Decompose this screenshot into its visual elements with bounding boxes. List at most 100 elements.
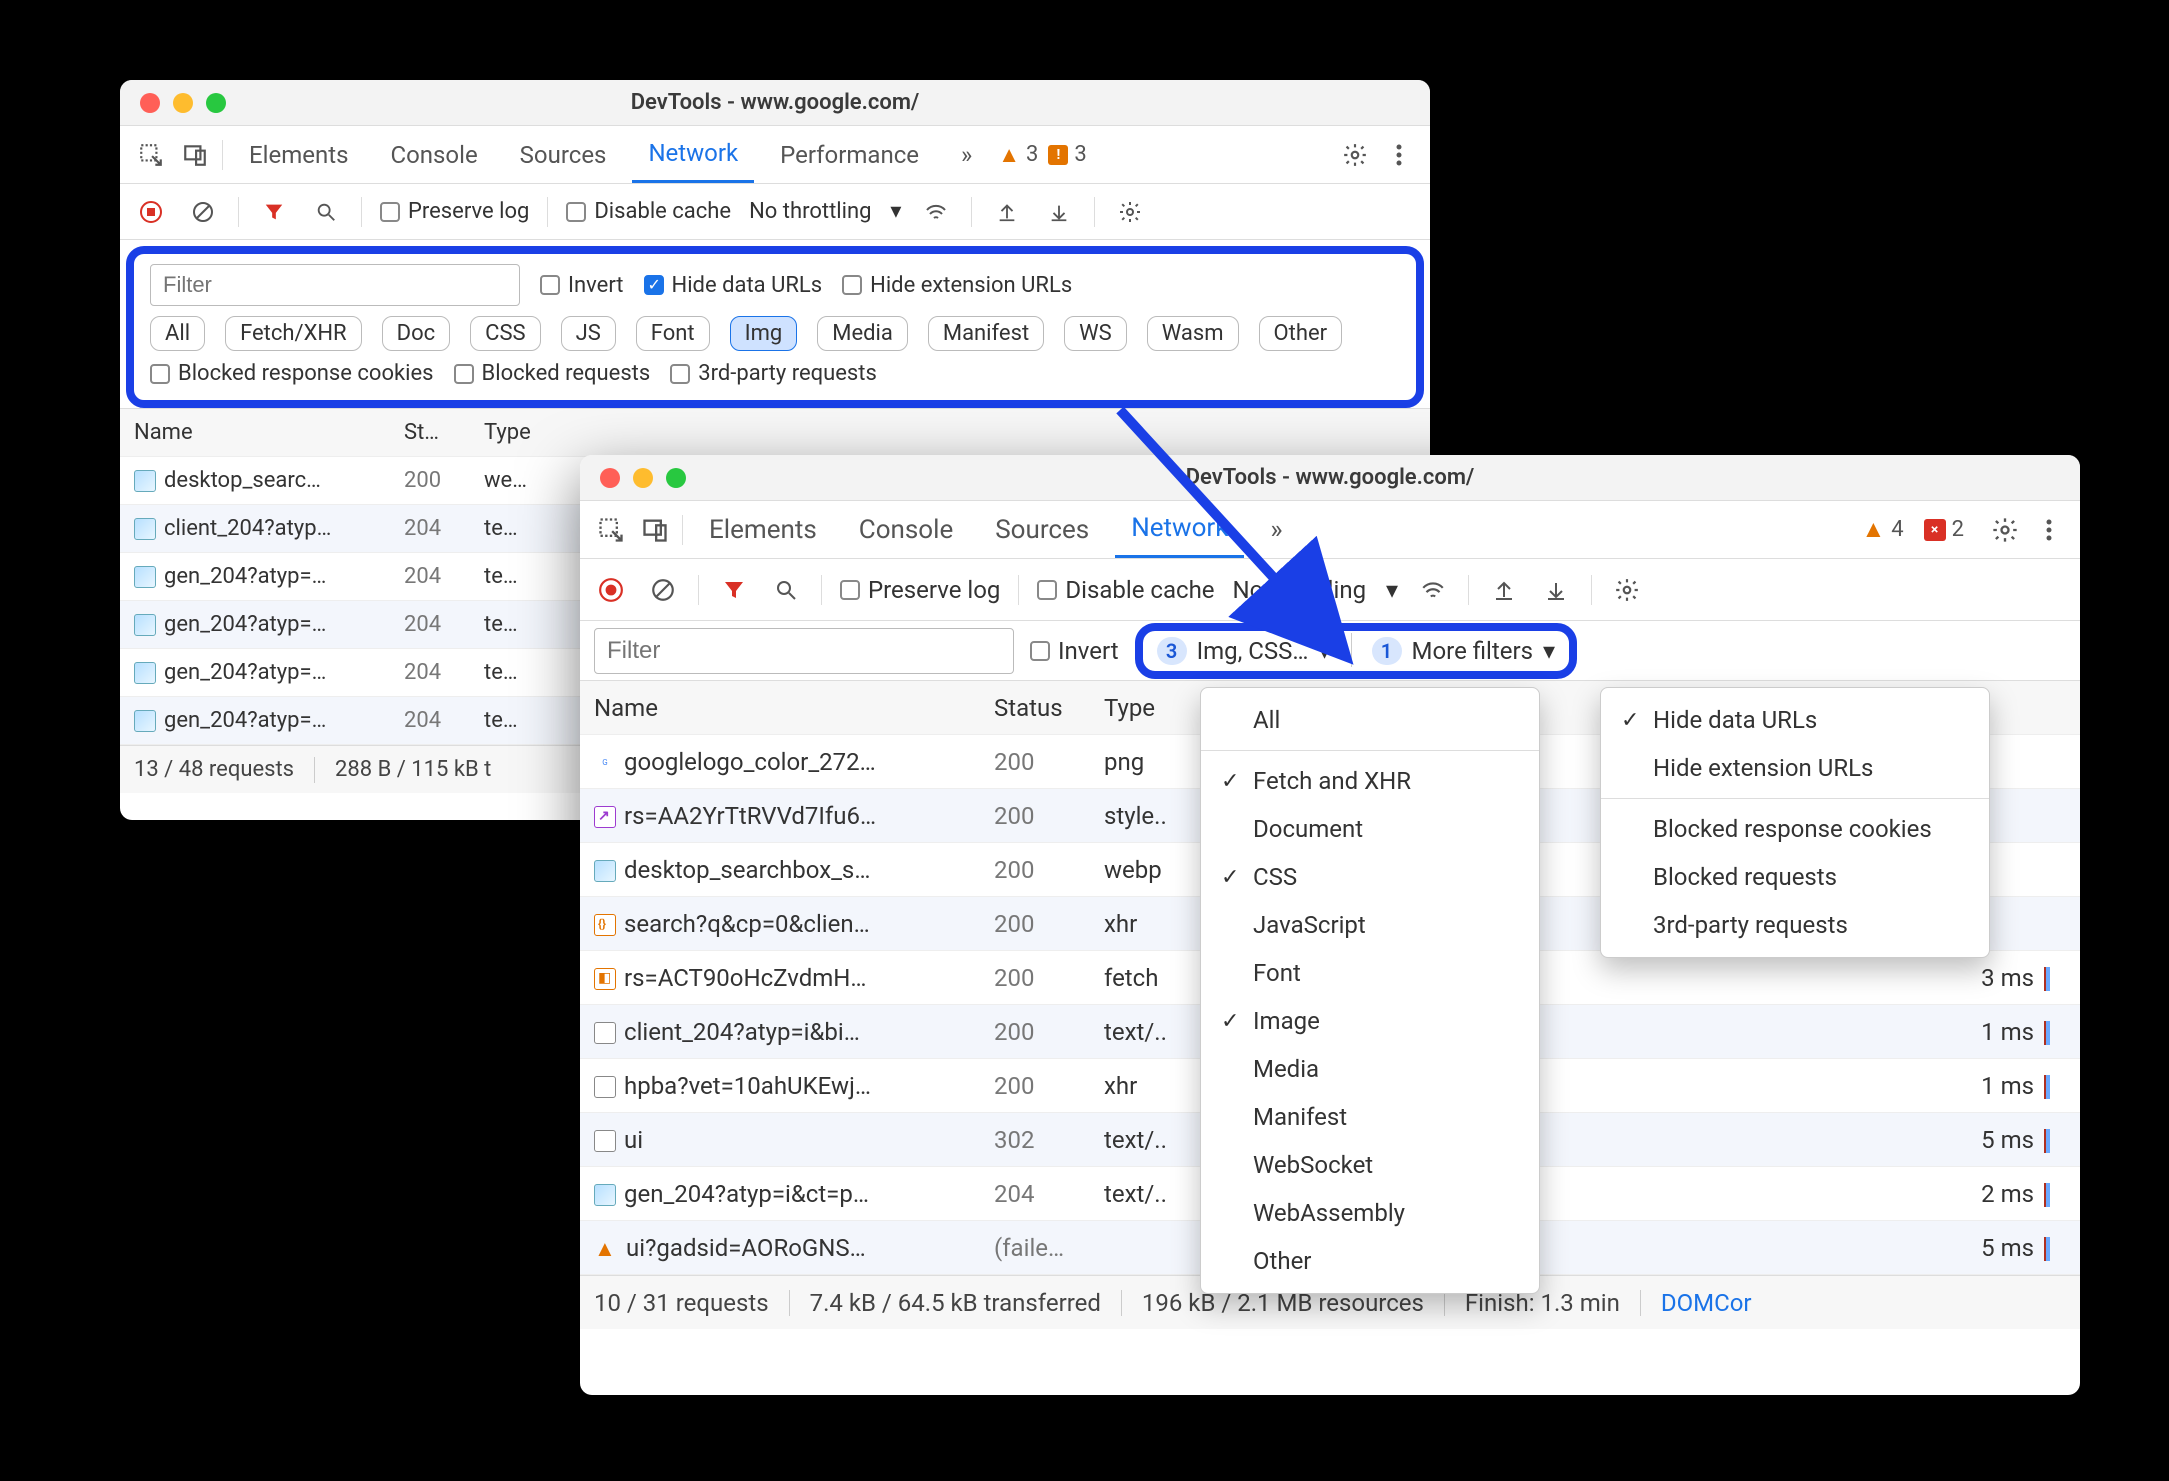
menu-item-hideextensionurls[interactable]: Hide extension URLs bbox=[1601, 744, 1989, 792]
device-toolbar-icon[interactable] bbox=[638, 513, 672, 547]
minimize-window-button[interactable] bbox=[173, 93, 193, 113]
tab-performance[interactable]: Performance bbox=[764, 126, 935, 183]
invert-checkbox[interactable]: Invert bbox=[540, 273, 624, 298]
menu-item-all[interactable]: All bbox=[1201, 696, 1539, 744]
tab-elements[interactable]: Elements bbox=[233, 126, 364, 183]
file-type-icon bbox=[134, 614, 156, 636]
tab-network[interactable]: Network bbox=[632, 126, 754, 183]
menu-item-blockedresponsecookies[interactable]: Blocked response cookies bbox=[1601, 805, 1989, 853]
menu-item-javascript[interactable]: JavaScript bbox=[1201, 901, 1539, 949]
error-badge[interactable]: × 2 bbox=[1924, 517, 1964, 542]
hide-extension-urls-checkbox[interactable]: Hide extension URLs bbox=[842, 273, 1072, 298]
more-filters-dropdown[interactable]: 1 More filters ▾ bbox=[1370, 633, 1558, 669]
col-type[interactable]: Type bbox=[1090, 694, 1200, 722]
zoom-window-button[interactable] bbox=[206, 93, 226, 113]
network-settings-icon[interactable] bbox=[1113, 195, 1147, 229]
menu-item-websocket[interactable]: WebSocket bbox=[1201, 1141, 1539, 1189]
invert-checkbox[interactable]: Invert bbox=[1030, 637, 1119, 665]
type-pill-other[interactable]: Other bbox=[1259, 316, 1343, 351]
resource-type-dropdown[interactable]: 3 Img, CSS… ▾ bbox=[1155, 633, 1333, 669]
type-pill-fetchxhr[interactable]: Fetch/XHR bbox=[225, 316, 362, 351]
menu-item-blockedrequests[interactable]: Blocked requests bbox=[1601, 853, 1989, 901]
import-har-icon[interactable] bbox=[1487, 573, 1521, 607]
clear-button[interactable] bbox=[186, 195, 220, 229]
throttling-select[interactable]: No throttling ▾ bbox=[749, 199, 901, 224]
type-pill-font[interactable]: Font bbox=[636, 316, 710, 351]
record-button[interactable] bbox=[594, 573, 628, 607]
disable-cache-checkbox[interactable]: Disable cache bbox=[566, 199, 731, 224]
disable-cache-checkbox[interactable]: Disable cache bbox=[1037, 576, 1214, 604]
filter-input[interactable] bbox=[150, 264, 520, 306]
export-har-icon[interactable] bbox=[1042, 195, 1076, 229]
col-status[interactable]: St… bbox=[390, 420, 470, 445]
clear-button[interactable] bbox=[646, 573, 680, 607]
tabs-overflow[interactable]: » bbox=[1254, 501, 1298, 558]
domcontent-link[interactable]: DOMCor bbox=[1661, 1289, 1752, 1317]
hide-data-urls-checkbox[interactable]: Hide data URLs bbox=[644, 273, 823, 298]
search-icon[interactable] bbox=[769, 573, 803, 607]
menu-item-hidedataurls[interactable]: Hide data URLs bbox=[1601, 696, 1989, 744]
import-har-icon[interactable] bbox=[990, 195, 1024, 229]
col-name[interactable]: Name bbox=[120, 420, 390, 445]
type-pill-all[interactable]: All bbox=[150, 316, 205, 351]
record-button[interactable] bbox=[134, 195, 168, 229]
tabs-overflow[interactable]: » bbox=[945, 126, 988, 183]
network-settings-icon[interactable] bbox=[1610, 573, 1644, 607]
preserve-log-checkbox[interactable]: Preserve log bbox=[840, 576, 1000, 604]
type-pill-js[interactable]: JS bbox=[561, 316, 616, 351]
minimize-window-button[interactable] bbox=[633, 468, 653, 488]
throttling-select[interactable]: No throttling ▾ bbox=[1233, 576, 1398, 604]
zoom-window-button[interactable] bbox=[666, 468, 686, 488]
type-pill-manifest[interactable]: Manifest bbox=[928, 316, 1044, 351]
tab-network[interactable]: Network bbox=[1115, 501, 1244, 558]
menu-item-media[interactable]: Media bbox=[1201, 1045, 1539, 1093]
tab-console[interactable]: Console bbox=[843, 501, 969, 558]
network-conditions-icon[interactable] bbox=[1416, 573, 1450, 607]
menu-item-webassembly[interactable]: WebAssembly bbox=[1201, 1189, 1539, 1237]
col-name[interactable]: Name bbox=[580, 694, 980, 722]
menu-item-manifest[interactable]: Manifest bbox=[1201, 1093, 1539, 1141]
export-har-icon[interactable] bbox=[1539, 573, 1573, 607]
network-conditions-icon[interactable] bbox=[919, 195, 953, 229]
menu-item-rdpartyrequests[interactable]: 3rd-party requests bbox=[1601, 901, 1989, 949]
settings-icon[interactable] bbox=[1988, 513, 2022, 547]
tab-sources[interactable]: Sources bbox=[504, 126, 623, 183]
type-pill-media[interactable]: Media bbox=[817, 316, 908, 351]
filter-icon[interactable] bbox=[257, 195, 291, 229]
preserve-log-checkbox[interactable]: Preserve log bbox=[380, 199, 529, 224]
kebab-menu-icon[interactable] bbox=[2032, 513, 2066, 547]
menu-item-image[interactable]: Image bbox=[1201, 997, 1539, 1045]
warning-badge[interactable]: ▲ 4 bbox=[1861, 515, 1903, 544]
type-pill-ws[interactable]: WS bbox=[1064, 316, 1127, 351]
type-pill-css[interactable]: CSS bbox=[470, 316, 540, 351]
type-pill-wasm[interactable]: Wasm bbox=[1147, 316, 1239, 351]
close-window-button[interactable] bbox=[600, 468, 620, 488]
menu-item-document[interactable]: Document bbox=[1201, 805, 1539, 853]
tab-console[interactable]: Console bbox=[374, 126, 493, 183]
menu-item-fetchandxhr[interactable]: Fetch and XHR bbox=[1201, 757, 1539, 805]
col-status[interactable]: Status bbox=[980, 694, 1090, 722]
filter-input[interactable] bbox=[594, 628, 1014, 674]
filter-icon[interactable] bbox=[717, 573, 751, 607]
settings-icon[interactable] bbox=[1338, 138, 1372, 172]
menu-item-font[interactable]: Font bbox=[1201, 949, 1539, 997]
third-party-checkbox[interactable]: 3rd-party requests bbox=[670, 361, 877, 386]
blocked-cookies-checkbox[interactable]: Blocked response cookies bbox=[150, 361, 434, 386]
issues-badge[interactable]: ! 3 bbox=[1048, 142, 1086, 167]
blocked-requests-checkbox[interactable]: Blocked requests bbox=[454, 361, 651, 386]
warning-badge[interactable]: ▲ 3 bbox=[998, 142, 1038, 168]
type-pill-img[interactable]: Img bbox=[730, 316, 798, 351]
menu-item-css[interactable]: CSS bbox=[1201, 853, 1539, 901]
tab-elements[interactable]: Elements bbox=[693, 501, 833, 558]
type-pill-doc[interactable]: Doc bbox=[382, 316, 451, 351]
inspect-icon[interactable] bbox=[594, 513, 628, 547]
search-icon[interactable] bbox=[309, 195, 343, 229]
error-count: 2 bbox=[1952, 517, 1964, 542]
device-toolbar-icon[interactable] bbox=[178, 138, 212, 172]
close-window-button[interactable] bbox=[140, 93, 160, 113]
tab-sources[interactable]: Sources bbox=[979, 501, 1105, 558]
kebab-menu-icon[interactable] bbox=[1382, 138, 1416, 172]
inspect-icon[interactable] bbox=[134, 138, 168, 172]
menu-item-other[interactable]: Other bbox=[1201, 1237, 1539, 1285]
col-type[interactable]: Type bbox=[470, 420, 560, 445]
